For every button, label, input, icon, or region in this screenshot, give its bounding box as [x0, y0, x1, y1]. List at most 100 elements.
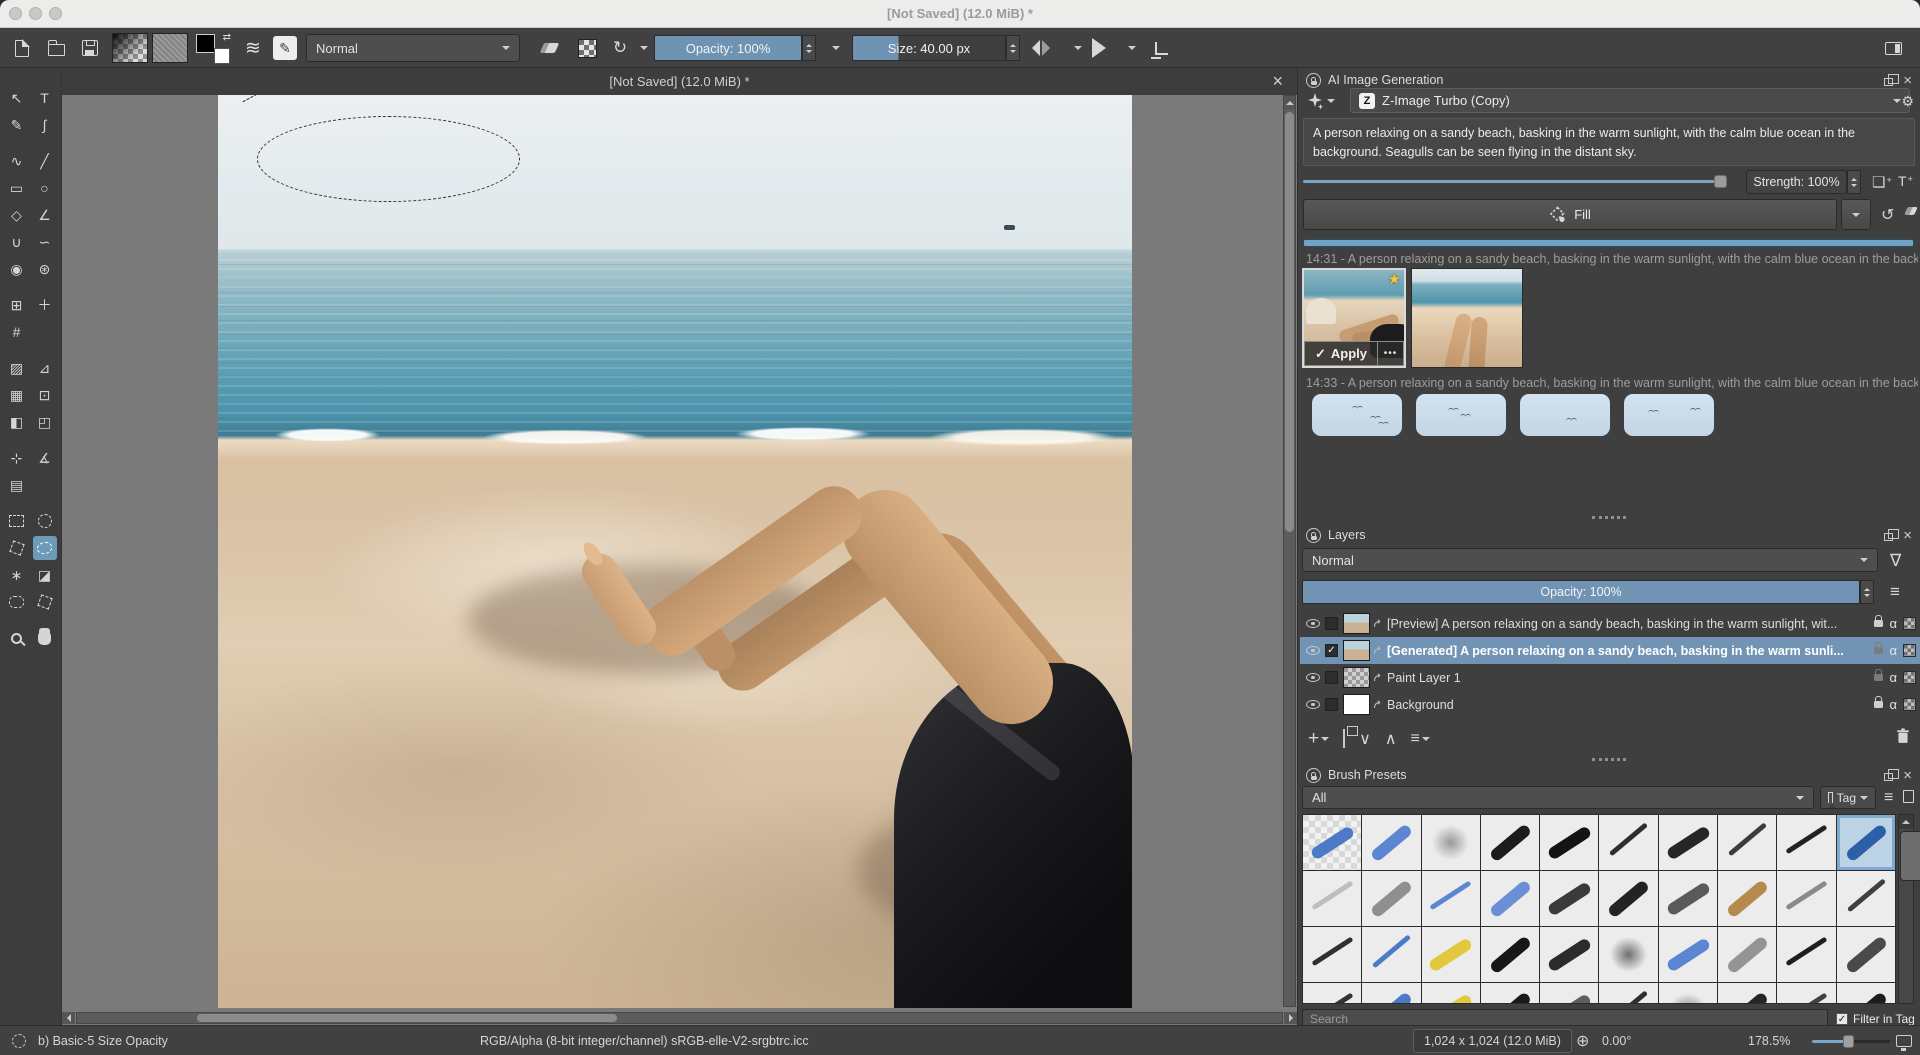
opacity-spinner[interactable]: [802, 35, 816, 61]
list-view-icon[interactable]: ≡: [1884, 789, 1893, 807]
layer-checkbox[interactable]: ✓: [1325, 644, 1338, 657]
layer-checkbox[interactable]: [1325, 617, 1338, 630]
brush-preset[interactable]: [1718, 927, 1777, 982]
fill-tool[interactable]: ◧: [5, 410, 29, 434]
result-thumbnail[interactable]: ★ ✓ Apply •••: [1302, 268, 1406, 368]
brush-preset[interactable]: [1540, 927, 1599, 982]
layer-opacity-spinner[interactable]: [1860, 580, 1874, 604]
brush-preset[interactable]: [1599, 815, 1658, 870]
move-layer-up-button[interactable]: ∧: [1385, 729, 1397, 749]
layer-visibility-icon[interactable]: [1306, 619, 1320, 628]
open-document-button[interactable]: [42, 28, 70, 68]
spacer-3[interactable]: [3, 347, 59, 353]
foreground-background-colors[interactable]: ⇄: [196, 28, 232, 68]
bezier-select-tool[interactable]: [5, 590, 29, 614]
layer-checkbox[interactable]: [1325, 698, 1338, 711]
canvas-size-label[interactable]: 1,024 x 1,024 (12.0 MiB): [1413, 1029, 1572, 1053]
brush-preset[interactable]: [1362, 983, 1421, 1003]
gradient-chooser[interactable]: [112, 28, 148, 68]
edit-shapes-tool[interactable]: ✎: [5, 113, 29, 137]
spacer-6[interactable]: [3, 617, 59, 623]
reload-preset-dropdown[interactable]: [634, 28, 648, 68]
layer-lock-icon[interactable]: [1874, 615, 1884, 627]
float-docker-icon[interactable]: [1884, 529, 1899, 541]
rotation-value[interactable]: 0.00°: [1602, 1026, 1631, 1055]
layer-lock-icon[interactable]: [1874, 642, 1884, 654]
splitter-handle[interactable]: [1592, 758, 1626, 761]
brush-preset[interactable]: [1718, 983, 1777, 1003]
blend-mode-select[interactable]: Normal: [306, 34, 520, 62]
rectangle-tool[interactable]: ▭: [5, 176, 29, 200]
layer-menu-icon[interactable]: ≡: [1890, 582, 1900, 602]
fill-options-dropdown[interactable]: [1841, 199, 1871, 230]
bezier-curve-tool[interactable]: ∪: [5, 230, 29, 254]
layer-opacity-slider[interactable]: Opacity: 100%: [1302, 580, 1860, 604]
spacer-5[interactable]: [3, 500, 59, 506]
brush-preset[interactable]: [1421, 927, 1480, 982]
dynamic-brush-tool[interactable]: ◉: [5, 257, 29, 281]
brush-preset[interactable]: [1303, 815, 1362, 870]
more-options-button[interactable]: •••: [1378, 341, 1404, 366]
brush-preset[interactable]: [1421, 871, 1480, 926]
new-document-button[interactable]: [8, 28, 36, 68]
zoom-slider[interactable]: [1812, 1026, 1890, 1055]
display-mode-icon[interactable]: [1903, 790, 1914, 803]
enclose-fill-tool[interactable]: ◰: [33, 410, 57, 434]
result-thumbnail-sky[interactable]: [1416, 394, 1506, 436]
inherit-alpha-icon[interactable]: [1903, 671, 1916, 684]
save-button[interactable]: [76, 28, 104, 68]
brush-preset[interactable]: [1540, 871, 1599, 926]
layer-checkbox[interactable]: [1325, 671, 1338, 684]
magnetic-select-tool[interactable]: [33, 590, 57, 614]
scroll-right-icon[interactable]: [1284, 1012, 1297, 1024]
pattern-chooser[interactable]: [152, 28, 188, 68]
multibrush-tool[interactable]: ⊛: [33, 257, 57, 281]
strength-spinbox[interactable]: Strength: 100%: [1746, 170, 1847, 194]
float-docker-icon[interactable]: [1884, 74, 1899, 86]
splitter-handle[interactable]: [1592, 516, 1626, 519]
layer-visibility-icon[interactable]: [1306, 646, 1320, 655]
clear-results-icon[interactable]: [1904, 207, 1918, 215]
pattern-tool[interactable]: ▦: [5, 383, 29, 407]
brush-preset[interactable]: [1658, 871, 1718, 926]
apply-button[interactable]: ✓ Apply: [1304, 341, 1378, 366]
history-icon[interactable]: ↺: [1881, 205, 1894, 225]
pan-tool[interactable]: [33, 626, 57, 650]
scroll-up-icon[interactable]: [1899, 815, 1913, 829]
polygonal-select-tool[interactable]: [5, 536, 29, 560]
prompt-textarea[interactable]: A person relaxing on a sandy beach, bask…: [1303, 118, 1915, 166]
generation-mode-button[interactable]: [1306, 92, 1335, 110]
polyline-tool[interactable]: ∠: [33, 203, 57, 227]
freehand-path-tool[interactable]: ∽: [33, 230, 57, 254]
fill-button[interactable]: Fill: [1303, 199, 1837, 230]
eraser-mode-button[interactable]: [536, 28, 562, 68]
star-icon[interactable]: ★: [1388, 270, 1401, 288]
close-canvas-icon[interactable]: ×: [1272, 71, 1283, 92]
float-docker-icon[interactable]: [1884, 769, 1899, 781]
delete-layer-button[interactable]: [1896, 728, 1910, 744]
ellipse-tool[interactable]: ○: [33, 176, 57, 200]
opacity-slider[interactable]: Opacity: 100%: [654, 35, 802, 61]
brush-preset[interactable]: [1362, 815, 1421, 870]
strength-slider[interactable]: [1303, 175, 1727, 188]
brush-preset[interactable]: [1658, 927, 1718, 982]
brush-preset[interactable]: [1836, 815, 1895, 870]
magic-wand-select-tool[interactable]: ∗: [5, 563, 29, 587]
brush-preset[interactable]: [1303, 927, 1362, 982]
brush-preset[interactable]: [1599, 983, 1658, 1003]
reference-images-tool[interactable]: ▤: [5, 473, 29, 497]
brush-preset[interactable]: [1599, 871, 1658, 926]
brush-preset[interactable]: [1303, 983, 1362, 1003]
assistants-tool[interactable]: ⊹: [5, 446, 29, 470]
brush-preset[interactable]: [1480, 983, 1540, 1003]
size-slider[interactable]: Size: 40.00 px: [852, 35, 1006, 61]
line-tool[interactable]: ╱: [33, 149, 57, 173]
scroll-up-icon[interactable]: [1284, 96, 1295, 109]
docker-lock-icon[interactable]: [1306, 72, 1321, 88]
brush-preset[interactable]: [1599, 927, 1658, 982]
brush-preset[interactable]: [1362, 871, 1421, 926]
mirror-horizontal-button[interactable]: [1032, 28, 1050, 68]
brush-preset[interactable]: [1777, 815, 1836, 870]
brush-preset[interactable]: [1540, 815, 1599, 870]
zoom-level-label[interactable]: 178.5%: [1748, 1026, 1790, 1055]
